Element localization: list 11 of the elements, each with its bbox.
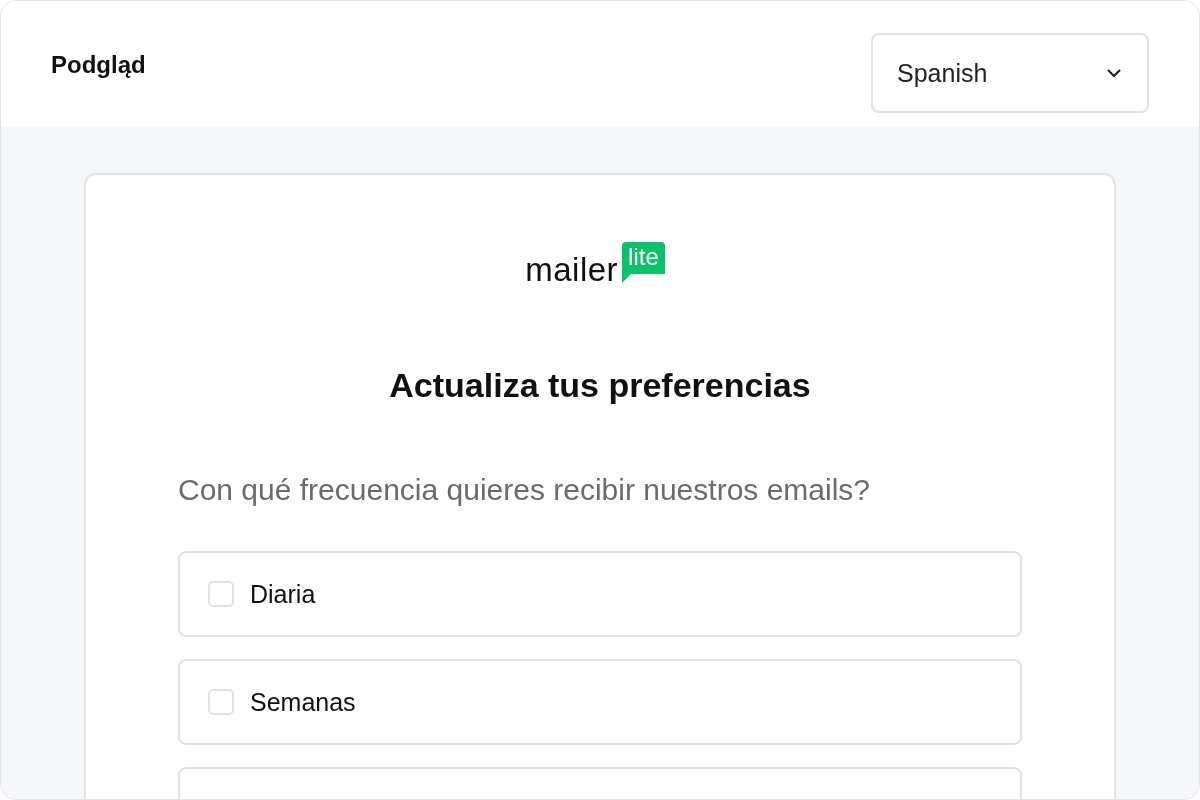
question-text: Con qué frecuencia quieres recibir nuestros emails? <box>178 473 872 507</box>
option-row[interactable]: Semanas <box>178 659 1022 745</box>
checkbox[interactable] <box>208 689 234 715</box>
page-title: Podgląd <box>51 51 146 79</box>
chevron-down-icon <box>1105 67 1123 79</box>
form-title: Actualiza tus preferencias <box>389 366 811 405</box>
language-select[interactable]: Spanish <box>871 33 1149 113</box>
checkbox[interactable] <box>208 581 234 607</box>
logo-word: mailer <box>525 253 619 286</box>
logo-badge: lite <box>622 242 665 283</box>
option-row[interactable]: Diaria <box>178 551 1022 637</box>
